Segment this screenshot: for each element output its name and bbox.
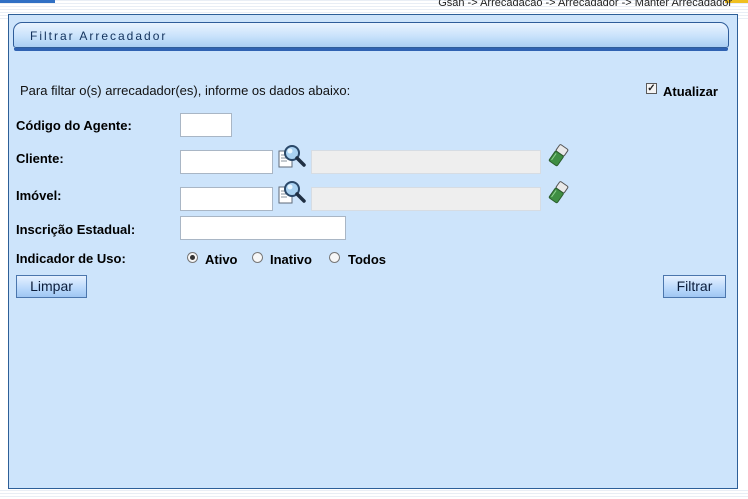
inscricao-estadual-input[interactable] [180, 216, 346, 240]
cliente-clear-eraser-icon[interactable] [546, 143, 570, 169]
codigo-agente-label: Código do Agente: [16, 118, 132, 133]
indicador-uso-label: Indicador de Uso: [16, 251, 126, 266]
panel-header: Filtrar Arrecadador [13, 22, 729, 51]
radio-ativo-label: Ativo [205, 252, 238, 267]
cliente-label: Cliente: [16, 151, 64, 166]
atualizar-label: Atualizar [663, 84, 718, 99]
codigo-agente-input[interactable] [180, 113, 232, 137]
breadcrumb: Gsan -> Arrecadacao -> Arrecadador -> Ma… [438, 0, 732, 9]
radio-todos[interactable] [329, 252, 340, 263]
radio-inativo-label: Inativo [270, 252, 312, 267]
limpar-button[interactable]: Limpar [16, 275, 87, 298]
menu-tab-accent [0, 0, 55, 3]
radio-todos-label: Todos [348, 252, 387, 267]
imovel-clear-eraser-icon[interactable] [546, 180, 570, 206]
imovel-description-field [311, 187, 541, 211]
inscricao-estadual-label: Inscrição Estadual: [16, 222, 136, 237]
background-stripes-bottom [0, 490, 748, 499]
cliente-search-icon[interactable] [277, 142, 307, 170]
imovel-code-input[interactable] [180, 187, 273, 211]
imovel-search-icon[interactable] [277, 178, 307, 206]
filtrar-button[interactable]: Filtrar [663, 275, 726, 298]
radio-ativo[interactable] [187, 252, 198, 263]
radio-inativo[interactable] [252, 252, 263, 263]
atualizar-checkbox[interactable]: ✓ [646, 83, 657, 94]
panel-title: Filtrar Arrecadador [30, 29, 168, 43]
imovel-label: Imóvel: [16, 188, 62, 203]
cliente-description-field [311, 150, 541, 174]
intro-text: Para filtar o(s) arrecadador(es), inform… [20, 83, 351, 98]
cliente-code-input[interactable] [180, 150, 273, 174]
